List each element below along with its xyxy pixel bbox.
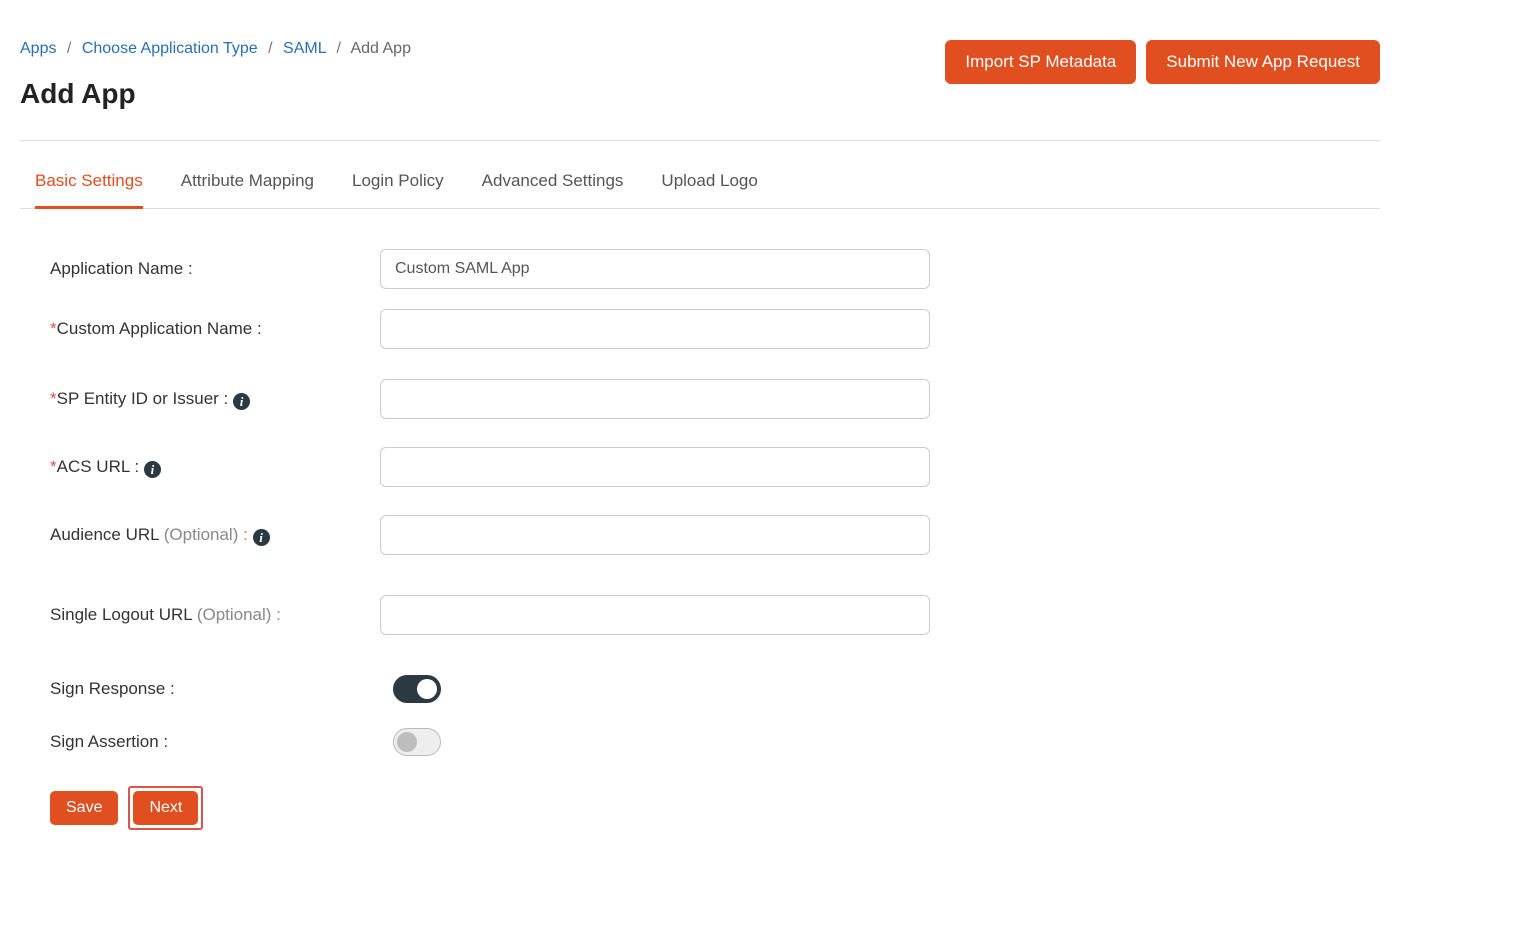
info-icon[interactable]: i — [233, 393, 250, 410]
tab-basic-settings[interactable]: Basic Settings — [35, 171, 143, 209]
divider — [20, 140, 1380, 141]
tab-attribute-mapping[interactable]: Attribute Mapping — [181, 171, 314, 209]
tabs: Basic Settings Attribute Mapping Login P… — [20, 171, 1380, 209]
acs-url-input[interactable] — [380, 447, 930, 487]
import-sp-metadata-button[interactable]: Import SP Metadata — [945, 40, 1136, 84]
breadcrumb: Apps / Choose Application Type / SAML / … — [20, 40, 411, 58]
info-icon[interactable]: i — [144, 461, 161, 478]
sp-entity-id-label: *SP Entity ID or Issuer : i — [50, 389, 380, 410]
tab-advanced-settings[interactable]: Advanced Settings — [482, 171, 624, 209]
submit-new-app-request-button[interactable]: Submit New App Request — [1146, 40, 1380, 84]
single-logout-url-label: Single Logout URL (Optional) : — [50, 605, 380, 625]
application-name-label: Application Name : — [50, 259, 380, 279]
breadcrumb-choose-app-type[interactable]: Choose Application Type — [82, 40, 258, 57]
tab-upload-logo[interactable]: Upload Logo — [661, 171, 757, 209]
acs-url-label: *ACS URL : i — [50, 457, 380, 478]
tab-login-policy[interactable]: Login Policy — [352, 171, 444, 209]
sign-response-toggle[interactable] — [393, 675, 441, 703]
single-logout-url-input[interactable] — [380, 595, 930, 635]
audience-url-label: Audience URL (Optional) : i — [50, 525, 380, 546]
page-title: Add App — [20, 78, 411, 110]
sp-entity-id-input[interactable] — [380, 379, 930, 419]
next-button-highlight: Next — [128, 786, 203, 830]
application-name-input[interactable] — [380, 249, 930, 289]
audience-url-input[interactable] — [380, 515, 930, 555]
breadcrumb-saml[interactable]: SAML — [283, 40, 326, 57]
breadcrumb-apps[interactable]: Apps — [20, 40, 56, 57]
sign-assertion-label: Sign Assertion : — [50, 732, 380, 752]
info-icon[interactable]: i — [253, 529, 270, 546]
next-button[interactable]: Next — [133, 791, 198, 825]
sign-response-label: Sign Response : — [50, 679, 380, 699]
custom-application-name-label: *Custom Application Name : — [50, 319, 380, 339]
breadcrumb-current: Add App — [350, 40, 411, 57]
custom-application-name-input[interactable] — [380, 309, 930, 349]
sign-assertion-toggle[interactable] — [393, 728, 441, 756]
save-button[interactable]: Save — [50, 791, 118, 825]
